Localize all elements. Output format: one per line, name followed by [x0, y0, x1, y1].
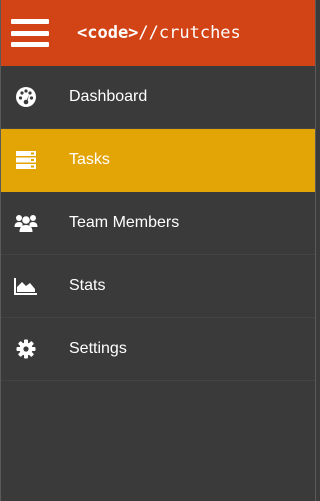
tasks-icon [14, 148, 38, 172]
sidebar-item-team-members[interactable]: Team Members [1, 192, 315, 255]
sidebar-menu: Dashboard Tasks Team Members Stats Setti… [1, 66, 315, 381]
dashboard-icon [14, 85, 38, 109]
hamburger-bar [11, 30, 49, 36]
sidebar-item-settings[interactable]: Settings [1, 318, 315, 381]
brand-title[interactable]: <code>//crutches [77, 23, 241, 43]
hamburger-menu-icon[interactable] [11, 19, 49, 47]
sidebar-item-dashboard[interactable]: Dashboard [1, 66, 315, 129]
sidebar-item-label: Tasks [69, 151, 110, 168]
sidebar-item-label: Stats [69, 277, 106, 294]
users-icon [14, 211, 38, 235]
sidebar-item-label: Dashboard [69, 88, 148, 105]
hamburger-bar [11, 19, 49, 24]
app-header: <code>//crutches [1, 0, 315, 66]
brand-name: //crutches [138, 23, 241, 43]
app-drawer: <code>//crutches Dashboard Tasks Team Me… [0, 0, 316, 501]
sidebar-item-tasks[interactable]: Tasks [1, 129, 315, 192]
area-chart-icon [14, 274, 38, 298]
hamburger-bar [11, 42, 49, 47]
brand-code-tag: <code> [77, 23, 139, 43]
sidebar-item-label: Settings [69, 340, 127, 357]
sidebar-item-stats[interactable]: Stats [1, 255, 315, 318]
sidebar-item-label: Team Members [69, 214, 180, 231]
gear-icon [14, 337, 38, 361]
